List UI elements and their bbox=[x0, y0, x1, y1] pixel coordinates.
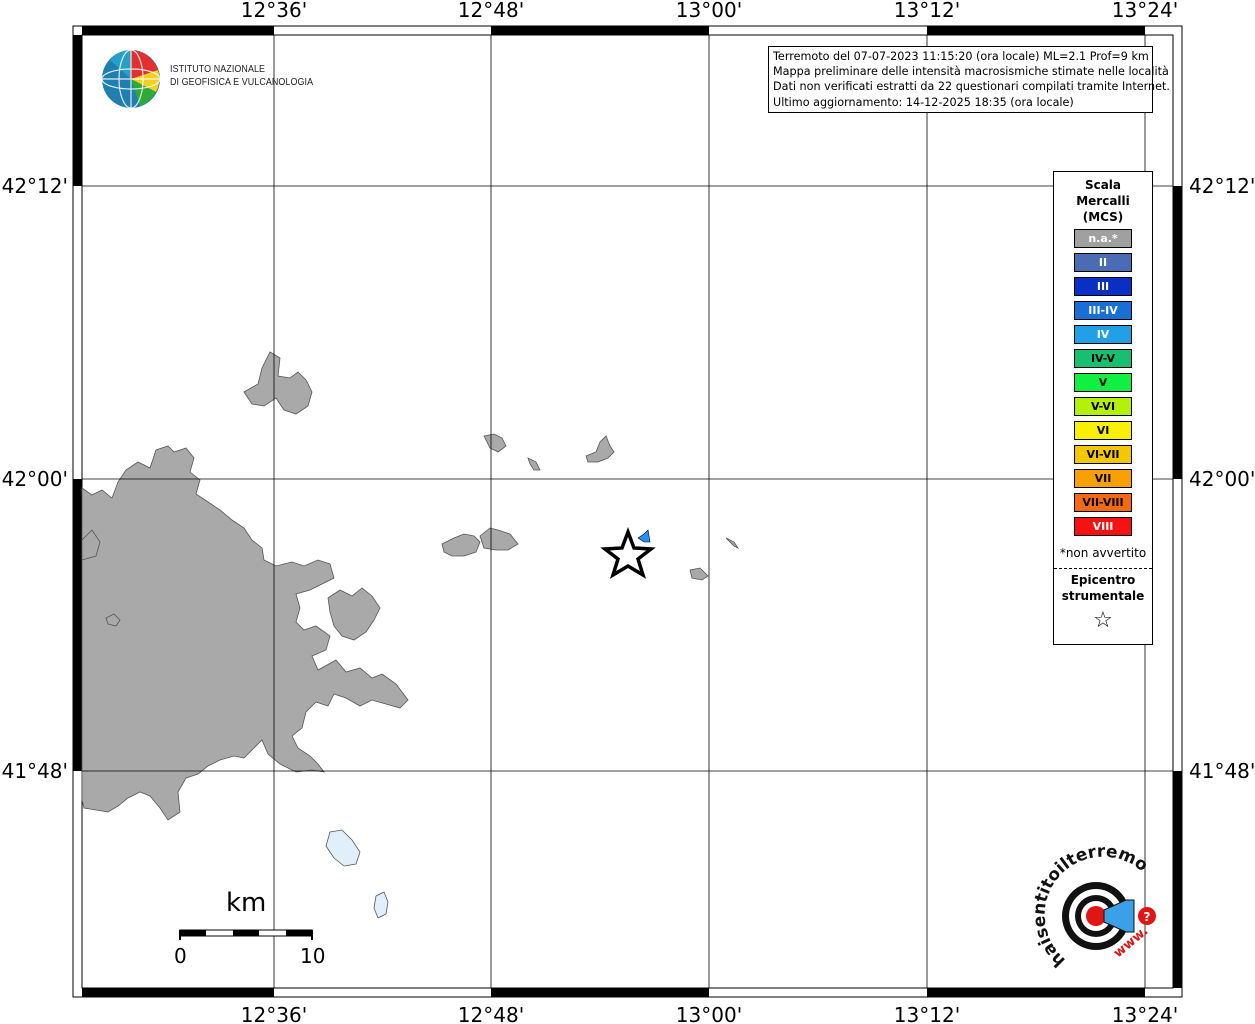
legend-divider bbox=[1054, 568, 1152, 569]
legend-epicenter-line: Epicentro bbox=[1070, 573, 1136, 587]
legend-epicenter-title: Epicentro strumentale bbox=[1054, 572, 1152, 604]
mcs-legend: Scala Mercalli (MCS) n.a.* II III III-IV IV I… bbox=[1053, 171, 1153, 645]
legend-item: VI-VII bbox=[1074, 445, 1132, 464]
right-lat-label: 42°00' bbox=[1189, 467, 1255, 491]
top-lon-label: 12°48' bbox=[458, 0, 524, 22]
event-info-box: Terremoto del 07-07-2023 11:15:20 (ora l… bbox=[768, 46, 1170, 113]
right-lat-labels: 42°12' 42°00' 41°48' bbox=[1189, 174, 1255, 783]
scale-unit: km bbox=[226, 888, 267, 918]
info-line: Ultimo aggiornamento: 14-12-2025 18:35 (… bbox=[773, 95, 1074, 109]
ingv-logo: ISTITUTO NAZIONALE DI GEOFISICA E VULCAN… bbox=[100, 48, 330, 110]
scale-bar bbox=[179, 929, 313, 940]
legend-item: II bbox=[1074, 253, 1132, 272]
bottom-lon-label: 13°24' bbox=[1112, 1003, 1178, 1024]
graticule bbox=[82, 35, 1173, 988]
legend-note: *non avvertito bbox=[1059, 546, 1147, 560]
top-lon-label: 13°00' bbox=[676, 0, 742, 22]
legend-item: n.a.* bbox=[1074, 229, 1132, 248]
legend-title: Scala Mercalli (MCS) bbox=[1054, 177, 1152, 225]
ingv-logo-line: DI GEOFISICA E VULCANOLOGIA bbox=[170, 76, 314, 88]
star-outline-icon: ☆ bbox=[1093, 608, 1113, 633]
legend-items: n.a.* II III III-IV IV IV-V V V-VI VI VI-VII VII VI… bbox=[1074, 229, 1132, 541]
legend-item: IV bbox=[1074, 325, 1132, 344]
info-line: Terremoto del 07-07-2023 11:15:20 (ora l… bbox=[773, 50, 1149, 63]
bottom-lon-label: 13°12' bbox=[894, 1003, 960, 1024]
legend-item: V bbox=[1074, 373, 1132, 392]
legend-item: VI bbox=[1074, 421, 1132, 440]
left-lat-labels: 42°12' 42°00' 41°48' bbox=[2, 174, 68, 783]
info-line: Dati non verificati estratti da 22 quest… bbox=[773, 80, 1170, 94]
scale-end-label: 10 bbox=[300, 944, 326, 968]
scale-start-label: 0 bbox=[174, 944, 187, 968]
left-lat-label: 42°00' bbox=[2, 467, 68, 491]
legend-item: III-IV bbox=[1074, 301, 1132, 320]
bottom-lon-labels: 12°36' 12°48' 13°00' 13°12' 13°24' bbox=[241, 1003, 1178, 1024]
legend-item: VII bbox=[1074, 469, 1132, 488]
ingv-logo-line: ISTITUTO NAZIONALE bbox=[170, 63, 266, 75]
legend-item: VIII bbox=[1074, 517, 1132, 536]
bottom-lon-label: 12°48' bbox=[458, 1003, 524, 1024]
svg-text:?: ? bbox=[1144, 910, 1151, 924]
ingv-logo-text: ISTITUTO NAZIONALE DI GEOFISICA E VULCAN… bbox=[170, 63, 313, 89]
right-lat-label: 41°48' bbox=[1189, 759, 1255, 783]
legend-item: V-VI bbox=[1074, 397, 1132, 416]
legend-item: III bbox=[1074, 277, 1132, 296]
legend-title-line: Mercalli bbox=[1076, 194, 1130, 208]
legend-title-line: Scala bbox=[1084, 178, 1122, 192]
bottom-lon-label: 12°36' bbox=[241, 1003, 307, 1024]
top-lon-labels: 12°36' 12°48' 13°00' 13°12' 13°24' bbox=[241, 0, 1178, 22]
left-lat-label: 41°48' bbox=[2, 759, 68, 783]
top-lon-label: 12°36' bbox=[241, 0, 307, 22]
legend-item: VII-VIII bbox=[1074, 493, 1132, 512]
left-lat-label: 42°12' bbox=[2, 174, 68, 198]
right-lat-label: 42°12' bbox=[1189, 174, 1255, 198]
intensity-marker[interactable] bbox=[637, 529, 651, 543]
map-frame bbox=[72, 25, 1183, 998]
ingv-globe-icon bbox=[101, 49, 161, 109]
legend-title-line: (MCS) bbox=[1082, 210, 1124, 224]
urban-areas bbox=[81, 351, 740, 821]
info-line: Mappa preliminare delle intensità macros… bbox=[773, 65, 1169, 79]
bottom-lon-label: 13°00' bbox=[676, 1003, 742, 1024]
legend-item: IV-V bbox=[1074, 349, 1132, 368]
top-lon-label: 13°12' bbox=[894, 0, 960, 22]
legend-epicenter-line: strumentale bbox=[1061, 589, 1145, 603]
top-lon-label: 13°24' bbox=[1112, 0, 1178, 22]
